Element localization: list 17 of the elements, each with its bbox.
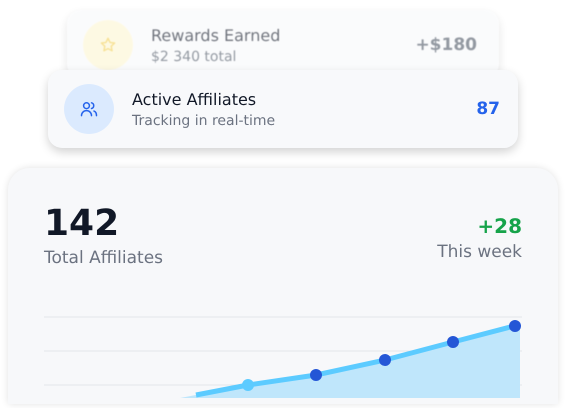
change-label: This week [437, 242, 522, 262]
card-value: 87 [476, 99, 500, 119]
card-value: +$180 [415, 35, 477, 55]
data-point [447, 336, 459, 348]
data-point [379, 354, 391, 366]
card-subtitle: Tracking in real-time [132, 112, 276, 128]
card-title: Rewards Earned [151, 26, 282, 44]
data-point [242, 378, 254, 391]
data-point [509, 320, 521, 332]
data-point [310, 368, 322, 381]
users-icon [79, 99, 99, 119]
card-subtitle: $2 340 total [151, 48, 238, 64]
change-value: +28 [477, 214, 522, 238]
total-label: Total Affiliates [44, 248, 164, 268]
total-value: 142 [44, 204, 120, 244]
card-title: Active Affiliates [132, 90, 258, 108]
star-icon [99, 36, 117, 54]
